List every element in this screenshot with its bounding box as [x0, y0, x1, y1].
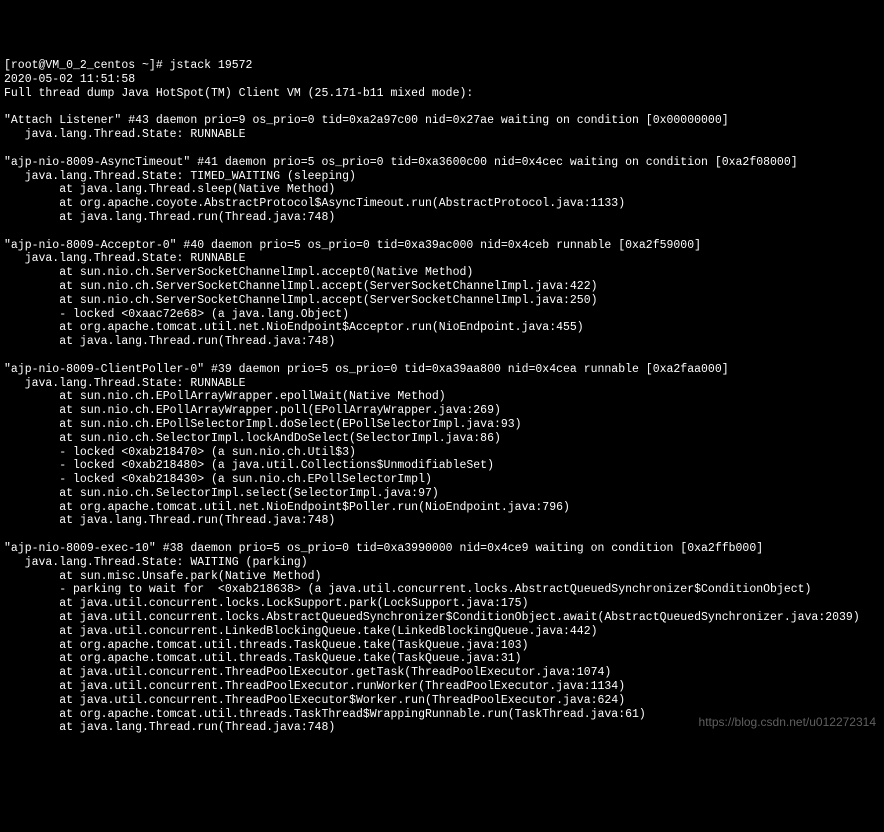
stack-line: at java.lang.Thread.run(Thread.java:748): [4, 211, 335, 224]
stack-line: - locked <0xab218470> (a sun.nio.ch.Util…: [4, 446, 356, 459]
thread-state: java.lang.Thread.State: TIMED_WAITING (s…: [4, 170, 356, 183]
stack-line: - locked <0xab218480> (a java.util.Colle…: [4, 459, 494, 472]
thread-state: java.lang.Thread.State: RUNNABLE: [4, 377, 246, 390]
stack-line: at sun.nio.ch.EPollSelectorImpl.doSelect…: [4, 418, 522, 431]
watermark-text: https://blog.csdn.net/u012272314: [699, 715, 876, 729]
stack-line: at java.util.concurrent.locks.LockSuppor…: [4, 597, 529, 610]
stack-line: at java.lang.Thread.sleep(Native Method): [4, 183, 335, 196]
stack-line: at java.lang.Thread.run(Thread.java:748): [4, 514, 335, 527]
stack-line: at org.apache.coyote.AbstractProtocol$As…: [4, 197, 625, 210]
stack-line: at org.apache.tomcat.util.threads.TaskQu…: [4, 652, 522, 665]
stack-line: at java.util.concurrent.LinkedBlockingQu…: [4, 625, 598, 638]
stack-line: at java.util.concurrent.ThreadPoolExecut…: [4, 680, 625, 693]
stack-line: at sun.nio.ch.SelectorImpl.lockAndDoSele…: [4, 432, 501, 445]
thread-state: java.lang.Thread.State: RUNNABLE: [4, 128, 246, 141]
stack-line: at sun.nio.ch.ServerSocketChannelImpl.ac…: [4, 266, 473, 279]
dump-header: Full thread dump Java HotSpot(TM) Client…: [4, 87, 473, 100]
stack-line: at java.util.concurrent.ThreadPoolExecut…: [4, 666, 611, 679]
terminal-output: [root@VM_0_2_centos ~]# jstack 19572 202…: [4, 59, 880, 735]
stack-line: - locked <0xaac72e68> (a java.lang.Objec…: [4, 308, 349, 321]
stack-line: at sun.misc.Unsafe.park(Native Method): [4, 570, 321, 583]
thread-title: "Attach Listener" #43 daemon prio=9 os_p…: [4, 114, 729, 127]
stack-line: at sun.nio.ch.EPollArrayWrapper.epollWai…: [4, 390, 446, 403]
timestamp: 2020-05-02 11:51:58: [4, 73, 135, 86]
thread-title: "ajp-nio-8009-Acceptor-0" #40 daemon pri…: [4, 239, 701, 252]
stack-line: at org.apache.tomcat.util.net.NioEndpoin…: [4, 501, 570, 514]
stack-line: at org.apache.tomcat.util.threads.TaskQu…: [4, 639, 529, 652]
stack-line: at sun.nio.ch.ServerSocketChannelImpl.ac…: [4, 280, 598, 293]
stack-line: at sun.nio.ch.ServerSocketChannelImpl.ac…: [4, 294, 598, 307]
stack-line: at java.util.concurrent.locks.AbstractQu…: [4, 611, 860, 624]
stack-line: at org.apache.tomcat.util.net.NioEndpoin…: [4, 321, 584, 334]
stack-line: at java.util.concurrent.ThreadPoolExecut…: [4, 694, 625, 707]
stack-line: at java.lang.Thread.run(Thread.java:748): [4, 721, 335, 734]
thread-state: java.lang.Thread.State: RUNNABLE: [4, 252, 246, 265]
thread-title: "ajp-nio-8009-ClientPoller-0" #39 daemon…: [4, 363, 729, 376]
stack-line: at java.lang.Thread.run(Thread.java:748): [4, 335, 335, 348]
thread-title: "ajp-nio-8009-AsyncTimeout" #41 daemon p…: [4, 156, 798, 169]
stack-line: - locked <0xab218430> (a sun.nio.ch.EPol…: [4, 473, 432, 486]
thread-title: "ajp-nio-8009-exec-10" #38 daemon prio=5…: [4, 542, 763, 555]
stack-line: at sun.nio.ch.EPollArrayWrapper.poll(EPo…: [4, 404, 501, 417]
stack-line: - parking to wait for <0xab218638> (a ja…: [4, 583, 811, 596]
prompt-line: [root@VM_0_2_centos ~]# jstack 19572: [4, 59, 252, 72]
thread-state: java.lang.Thread.State: WAITING (parking…: [4, 556, 308, 569]
stack-line: at sun.nio.ch.SelectorImpl.select(Select…: [4, 487, 439, 500]
stack-line: at org.apache.tomcat.util.threads.TaskTh…: [4, 708, 646, 721]
